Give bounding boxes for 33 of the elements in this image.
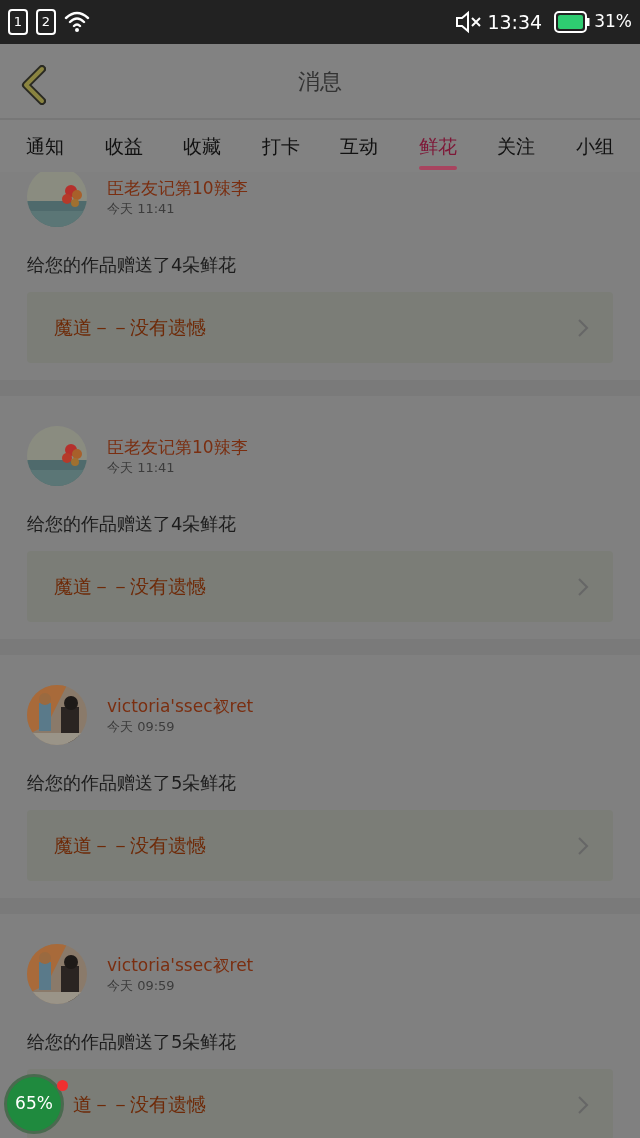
back-icon	[20, 65, 46, 105]
tab[interactable]: 通知	[20, 120, 70, 172]
tab[interactable]: 打卡	[255, 120, 306, 172]
sender-name[interactable]: victoria'ssec衩ret	[107, 954, 254, 975]
message-text: 给您的作品赠送了5朵鲜花	[27, 1029, 237, 1054]
sim-icon: 2	[36, 9, 56, 35]
tab[interactable]: 小组	[569, 120, 620, 172]
sender-name[interactable]: 臣老友记第10辣李	[107, 436, 248, 457]
message-text: 给您的作品赠送了4朵鲜花	[27, 511, 237, 536]
work-link[interactable]: 魔道－－没有遗憾	[27, 551, 613, 622]
message-time: 今天 09:59	[107, 718, 176, 735]
message-time: 今天 11:41	[107, 459, 176, 476]
sender-name[interactable]: 臣老友记第10辣李	[107, 177, 248, 198]
battery-icon	[554, 11, 591, 33]
page-title: 消息	[298, 67, 342, 96]
tab[interactable]: 关注	[491, 120, 542, 172]
message-time: 今天 11:41	[107, 200, 176, 217]
message-text: 给您的作品赠送了4朵鲜花	[27, 252, 237, 277]
message-text: 给您的作品赠送了5朵鲜花	[27, 770, 237, 795]
work-link[interactable]: 魔道－－没有遗憾	[27, 292, 613, 363]
wifi-icon	[64, 10, 92, 34]
tab[interactable]: 鲜花	[412, 120, 463, 172]
sim-icon: 1	[8, 9, 28, 35]
clock-time: 13:34	[487, 9, 543, 35]
battery-percent: 31%	[594, 10, 632, 34]
tab-underline	[418, 166, 457, 170]
tab[interactable]: 互动	[334, 120, 385, 172]
tab[interactable]: 收藏	[177, 120, 228, 172]
sender-name[interactable]: victoria'ssec衩ret	[107, 695, 254, 716]
work-link[interactable]: 魔道－－没有遗憾	[27, 810, 613, 881]
tab[interactable]: 收益	[98, 120, 149, 172]
mute-icon	[455, 10, 484, 34]
message-time: 今天 09:59	[107, 977, 176, 994]
